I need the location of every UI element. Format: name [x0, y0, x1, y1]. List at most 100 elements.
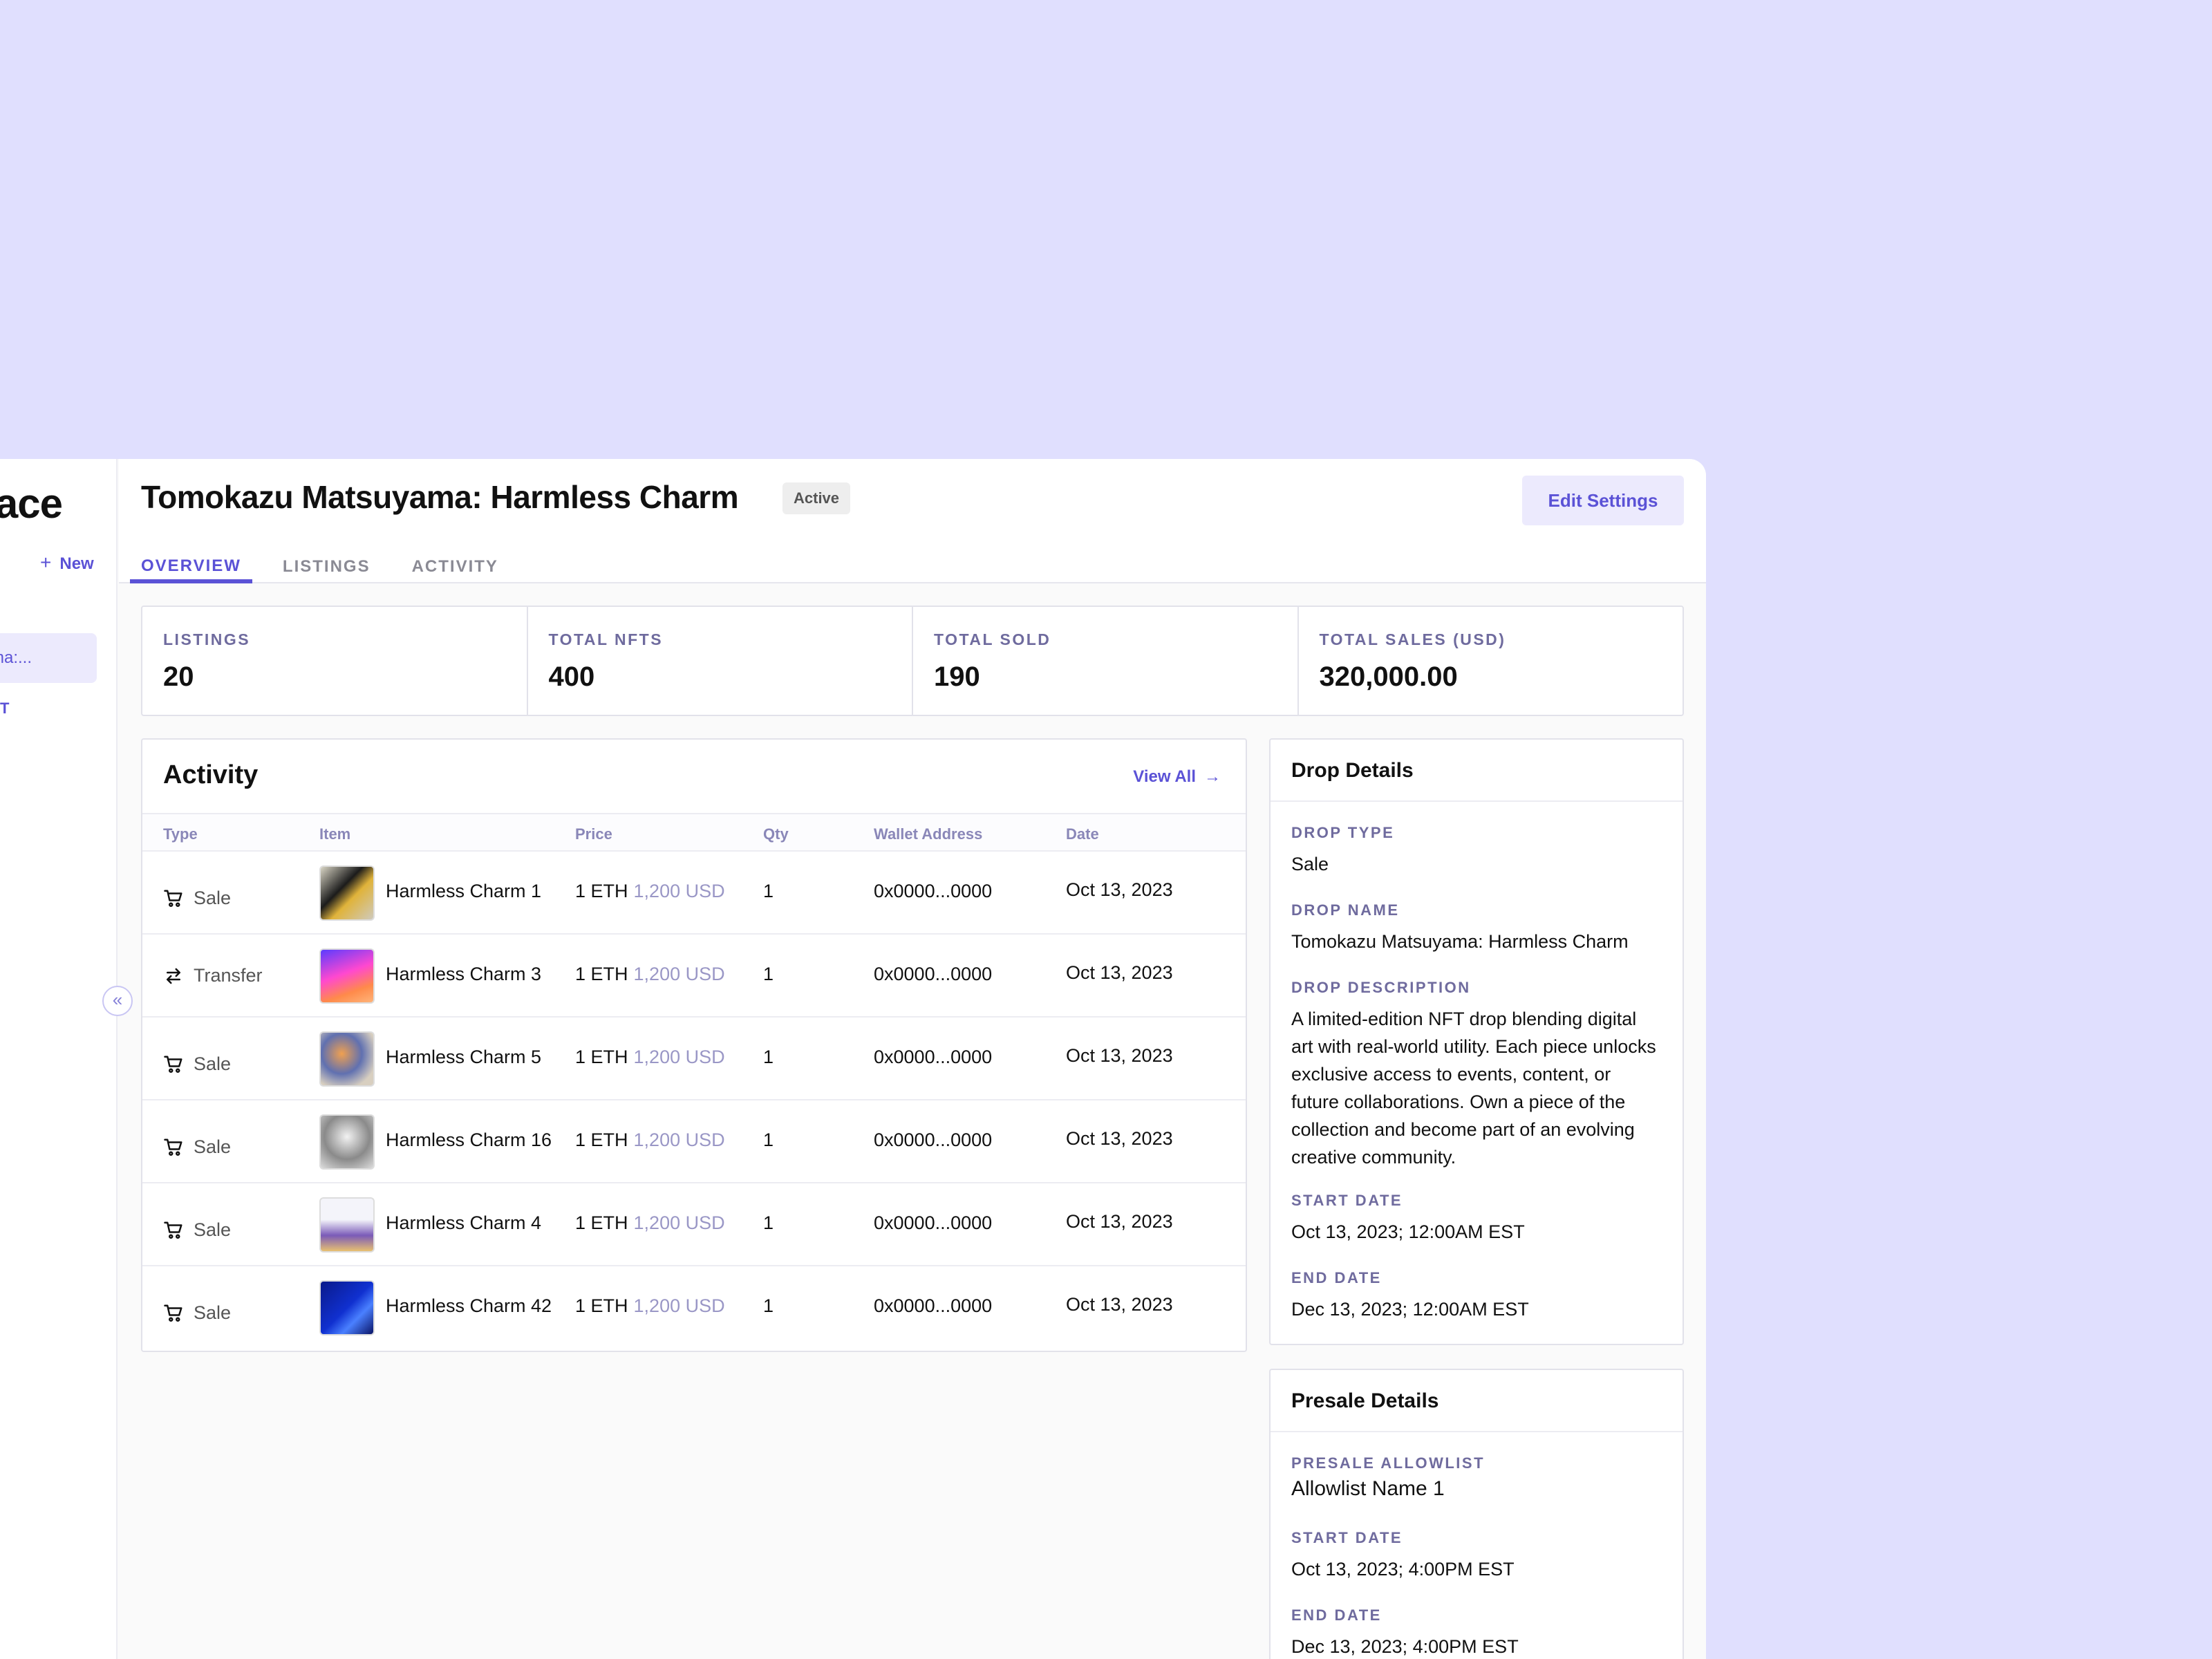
column-header-type[interactable]: Type	[163, 825, 198, 843]
field-label: DROP DESCRIPTION	[1291, 979, 1471, 996]
double-chevron-left-icon: «	[112, 989, 123, 1010]
edit-settings-button[interactable]: Edit Settings	[1522, 476, 1684, 525]
table-row[interactable]: Sale Harmless Charm 5 1 ETH 1,200 USD 1 0x000…	[142, 1018, 1246, 1100]
field-value: Oct 13, 2023; 12:00AM EST	[1291, 1221, 1525, 1242]
item-thumbnail[interactable]	[319, 1114, 375, 1170]
date-cell: Oct 13, 2023	[1066, 1211, 1173, 1232]
arrow-right-icon: →	[1204, 767, 1221, 786]
stat-value: 400	[548, 662, 595, 692]
plus-icon: +	[40, 552, 52, 573]
stat-value: 190	[934, 662, 980, 692]
activity-title: Activity	[163, 760, 259, 789]
cart-icon	[163, 888, 194, 909]
item-thumbnail[interactable]	[319, 948, 375, 1004]
wallet-address[interactable]: 0x0000...0000	[874, 881, 992, 902]
item-thumbnail[interactable]	[319, 865, 375, 921]
new-button-label: New	[59, 554, 94, 573]
type-cell: Sale	[163, 1219, 231, 1241]
price-usd: 1,200 USD	[633, 1295, 725, 1316]
stat-total-nfts: TOTAL NFTS 400	[528, 607, 913, 715]
sidebar-app-title: ace	[0, 480, 63, 527]
qty-cell: 1	[763, 964, 774, 984]
column-header-date[interactable]: Date	[1066, 825, 1099, 843]
presale-details-card: Presale Details PRESALE ALLOWLIST Allowl…	[1269, 1369, 1684, 1659]
tab-bar: OVERVIEW LISTINGS ACTIVITY	[130, 549, 529, 583]
type-cell: Sale	[163, 1136, 231, 1158]
qty-cell: 1	[763, 1295, 774, 1316]
item-name[interactable]: Harmless Charm 4	[386, 1212, 541, 1234]
table-row[interactable]: Sale Harmless Charm 1 1 ETH 1,200 USD 1 0x000…	[142, 852, 1246, 935]
field-value: Tomokazu Matsuyama: Harmless Charm	[1291, 931, 1629, 952]
presale-details-title: Presale Details	[1271, 1370, 1683, 1432]
item-name[interactable]: Harmless Charm 16	[386, 1130, 552, 1151]
stat-label: LISTINGS	[163, 630, 251, 648]
cart-icon	[163, 1220, 194, 1241]
item-name[interactable]: Harmless Charm 5	[386, 1047, 541, 1068]
stat-label: TOTAL SALES (USD)	[1319, 630, 1506, 648]
status-badge: Active	[782, 482, 851, 514]
field-drop-description: DROP DESCRIPTION A limited-edition NFT d…	[1291, 979, 1662, 1171]
tab-overview[interactable]: OVERVIEW	[130, 549, 252, 583]
type-label: Sale	[194, 1136, 232, 1157]
field-label: DROP NAME	[1291, 901, 1400, 919]
type-label: Sale	[194, 1219, 232, 1240]
price-eth: 1 ETH	[575, 1295, 628, 1316]
cart-icon	[163, 1137, 194, 1158]
sidebar-item-label: ma:...	[0, 648, 32, 667]
price-eth: 1 ETH	[575, 964, 628, 984]
item-name[interactable]: Harmless Charm 3	[386, 964, 541, 985]
table-header: Type Item Price Qty Wallet Address Date	[142, 813, 1246, 852]
view-all-label: View All	[1133, 767, 1196, 786]
stat-total-sold: TOTAL SOLD 190	[913, 607, 1299, 715]
type-cell: Sale	[163, 1302, 231, 1324]
view-all-link[interactable]: View All →	[1133, 767, 1221, 787]
collapse-sidebar-button[interactable]: «	[102, 986, 133, 1016]
table-row[interactable]: Sale Harmless Charm 42 1 ETH 1,200 USD 1 0x00…	[142, 1266, 1246, 1349]
item-thumbnail[interactable]	[319, 1197, 375, 1253]
wallet-address[interactable]: 0x0000...0000	[874, 1212, 992, 1234]
type-cell: Sale	[163, 888, 231, 909]
item-name[interactable]: Harmless Charm 1	[386, 881, 541, 902]
field-presale-allowlist: PRESALE ALLOWLIST Allowlist Name 1	[1291, 1454, 1662, 1503]
field-presale-start-date: START DATE Oct 13, 2023; 4:00PM EST	[1291, 1529, 1662, 1583]
tab-listings[interactable]: LISTINGS	[272, 549, 382, 583]
column-header-item[interactable]: Item	[319, 825, 350, 843]
field-start-date: START DATE Oct 13, 2023; 12:00AM EST	[1291, 1192, 1662, 1246]
type-label: Sale	[194, 888, 232, 908]
date-cell: Oct 13, 2023	[1066, 879, 1173, 900]
field-label: END DATE	[1291, 1269, 1382, 1286]
table-row[interactable]: Sale Harmless Charm 4 1 ETH 1,200 USD 1 0x000…	[142, 1183, 1246, 1266]
tab-activity[interactable]: ACTIVITY	[401, 549, 509, 583]
sidebar-item-active-drop[interactable]: ma:...	[0, 633, 97, 683]
table-row[interactable]: Transfer Harmless Charm 3 1 ETH 1,200 USD 1 0…	[142, 935, 1246, 1018]
sidebar: ace + New ma:... T	[0, 459, 118, 1659]
stat-value: 320,000.00	[1319, 662, 1458, 692]
field-presale-end-date: END DATE Dec 13, 2023; 4:00PM EST	[1291, 1606, 1662, 1659]
stats-bar: LISTINGS 20 TOTAL NFTS 400 TOTAL SOLD 19…	[141, 606, 1684, 716]
field-value: Dec 13, 2023; 4:00PM EST	[1291, 1636, 1519, 1657]
column-header-wallet[interactable]: Wallet Address	[874, 825, 982, 843]
field-value: Dec 13, 2023; 12:00AM EST	[1291, 1299, 1529, 1320]
column-header-qty[interactable]: Qty	[763, 825, 789, 843]
wallet-address[interactable]: 0x0000...0000	[874, 964, 992, 985]
new-button[interactable]: + New	[40, 552, 94, 574]
wallet-address[interactable]: 0x0000...0000	[874, 1130, 992, 1151]
field-label: END DATE	[1291, 1606, 1382, 1624]
type-label: Transfer	[194, 965, 263, 986]
qty-cell: 1	[763, 1130, 774, 1150]
price-cell: 1 ETH 1,200 USD	[575, 1212, 725, 1234]
table-row[interactable]: Sale Harmless Charm 16 1 ETH 1,200 USD 1 0x00…	[142, 1100, 1246, 1183]
field-value: Allowlist Name 1	[1291, 1477, 1445, 1500]
item-name[interactable]: Harmless Charm 42	[386, 1295, 552, 1317]
price-usd: 1,200 USD	[633, 964, 725, 984]
date-cell: Oct 13, 2023	[1066, 1294, 1173, 1315]
wallet-address[interactable]: 0x0000...0000	[874, 1295, 992, 1317]
app-window: ace + New ma:... T « Tomokazu Matsuyama: …	[0, 459, 1706, 1659]
wallet-address[interactable]: 0x0000...0000	[874, 1047, 992, 1068]
drop-details-card: Drop Details DROP TYPE Sale DROP NAME To…	[1269, 738, 1684, 1345]
item-thumbnail[interactable]	[319, 1031, 375, 1087]
field-label: PRESALE ALLOWLIST	[1291, 1454, 1485, 1472]
date-cell: Oct 13, 2023	[1066, 962, 1173, 983]
item-thumbnail[interactable]	[319, 1280, 375, 1335]
column-header-price[interactable]: Price	[575, 825, 612, 843]
